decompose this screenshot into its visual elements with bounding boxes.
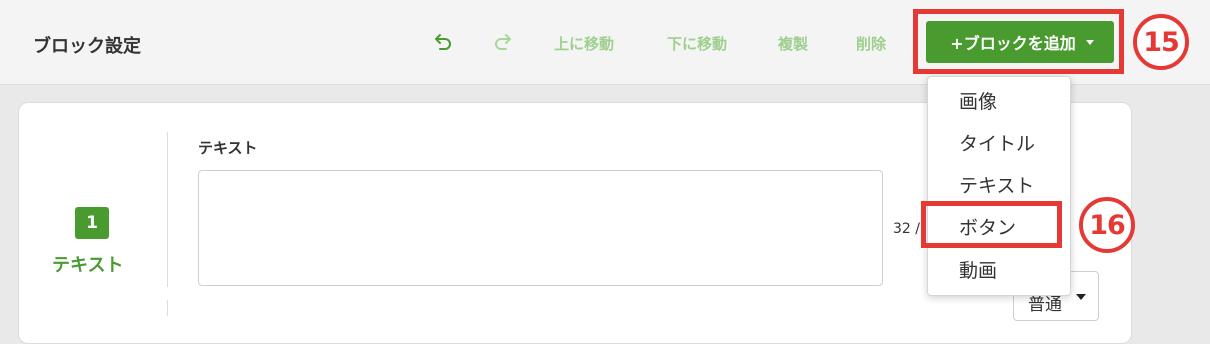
dropdown-item-text[interactable]: テキスト	[959, 171, 1034, 198]
delete-button[interactable]: 削除	[856, 33, 886, 54]
add-block-dropdown: 画像 タイトル テキスト ボタン 動画	[927, 76, 1071, 296]
annotation-step-15: 15	[1133, 14, 1189, 70]
dropdown-item-title[interactable]: タイトル	[959, 129, 1035, 156]
duplicate-button[interactable]: 複製	[778, 33, 808, 54]
add-block-label: +ブロックを追加	[950, 34, 1076, 53]
move-up-button[interactable]: 上に移動	[554, 33, 614, 54]
annotation-step-16: 16	[1079, 197, 1135, 253]
char-count: 32 /	[893, 221, 920, 237]
dropdown-item-image[interactable]: 画像	[959, 87, 997, 114]
block-divider-lower	[167, 300, 168, 316]
move-down-button[interactable]: 下に移動	[667, 33, 727, 54]
chevron-down-icon	[1076, 294, 1086, 300]
redo-icon[interactable]	[492, 31, 516, 55]
dropdown-item-video[interactable]: 動画	[959, 256, 997, 283]
page-title: ブロック設定	[33, 36, 141, 57]
block-number-badge: 1	[75, 207, 109, 239]
block-divider	[167, 132, 168, 287]
block-type-label: テキスト	[52, 255, 124, 276]
chevron-down-icon	[1085, 39, 1094, 45]
text-field-label: テキスト	[198, 139, 258, 157]
text-input-area[interactable]	[198, 170, 883, 286]
undo-icon[interactable]	[430, 31, 454, 55]
add-block-button[interactable]: +ブロックを追加	[926, 21, 1114, 63]
annotation-highlight-button-item	[921, 201, 1062, 248]
